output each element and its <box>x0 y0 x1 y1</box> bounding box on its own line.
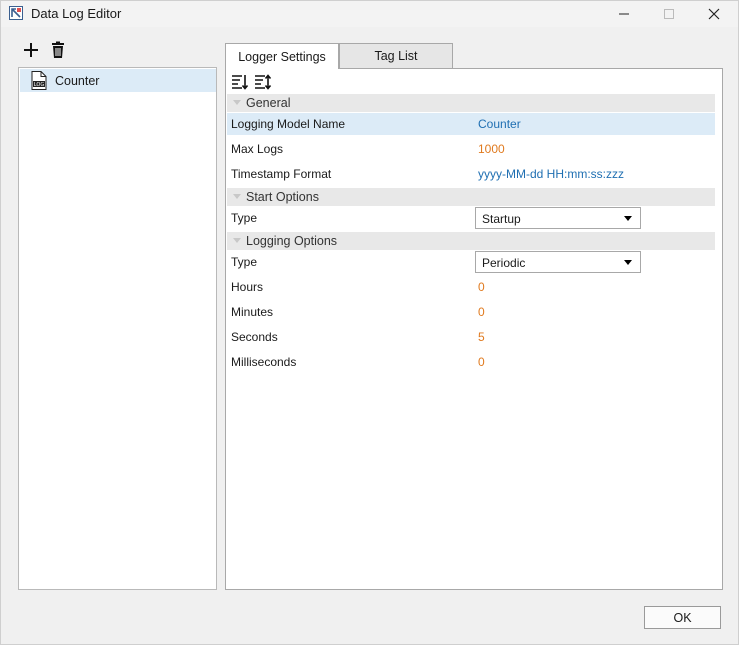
property-row-logging-model-name[interactable]: Logging Model Name Counter <box>227 113 715 135</box>
model-list: LOG Counter <box>18 67 217 590</box>
property-value[interactable]: 0 <box>478 305 485 319</box>
property-row-hours[interactable]: Hours 0 <box>227 276 715 298</box>
category-label: Logging Options <box>246 234 338 248</box>
category-label: General <box>246 96 291 110</box>
property-name: Type <box>231 211 258 225</box>
property-name: Seconds <box>231 330 278 344</box>
property-row-logging-type[interactable]: Type Periodic <box>227 251 715 273</box>
property-row-timestamp-format[interactable]: Timestamp Format yyyy-MM-dd HH:mm:ss:zzz <box>227 163 715 185</box>
tab-tag-list[interactable]: Tag List <box>339 43 453 68</box>
property-value[interactable]: 0 <box>478 280 485 294</box>
minimize-icon <box>619 13 629 15</box>
category-start-options[interactable]: Start Options <box>227 188 715 206</box>
property-row-seconds[interactable]: Seconds 5 <box>227 326 715 348</box>
dropdown-arrow-icon <box>624 216 632 221</box>
minimize-button[interactable] <box>601 1 647 27</box>
maximize-button[interactable] <box>646 1 692 27</box>
tab-logger-settings[interactable]: Logger Settings <box>225 43 339 69</box>
collapse-triangle-icon <box>233 100 241 105</box>
categorized-sort-icon[interactable] <box>231 74 249 90</box>
dropdown-value: Startup <box>482 212 521 226</box>
property-row-minutes[interactable]: Minutes 0 <box>227 301 715 323</box>
property-row-milliseconds[interactable]: Milliseconds 0 <box>227 351 715 373</box>
category-logging-options[interactable]: Logging Options <box>227 232 715 250</box>
dropdown-value: Periodic <box>482 256 526 270</box>
property-name: Max Logs <box>231 142 284 156</box>
property-name: Milliseconds <box>231 355 297 369</box>
property-value[interactable]: 0 <box>478 355 485 369</box>
property-row-start-type[interactable]: Type Startup <box>227 207 715 229</box>
property-value[interactable]: Counter <box>478 117 521 131</box>
alphabetical-sort-icon[interactable] <box>254 74 272 90</box>
property-name: Hours <box>231 280 264 294</box>
property-value[interactable]: 5 <box>478 330 485 344</box>
list-item-label: Counter <box>55 74 100 88</box>
add-icon[interactable] <box>22 41 40 59</box>
property-value[interactable]: yyyy-MM-dd HH:mm:ss:zzz <box>478 167 624 181</box>
property-name: Minutes <box>231 305 274 319</box>
property-name: Timestamp Format <box>231 167 332 181</box>
window-title: Data Log Editor <box>31 6 122 21</box>
property-name: Logging Model Name <box>231 117 346 131</box>
data-log-editor-window: Data Log Editor LOG Counter Logger Setti… <box>0 0 739 645</box>
log-file-icon: LOG <box>31 71 47 90</box>
title-bar: Data Log Editor <box>1 1 738 27</box>
property-grid: General Logging Model Name Counter Max L… <box>225 68 723 590</box>
delete-icon[interactable] <box>49 41 67 59</box>
svg-text:LOG: LOG <box>34 82 45 88</box>
property-row-max-logs[interactable]: Max Logs 1000 <box>227 138 715 160</box>
maximize-icon <box>664 9 674 19</box>
collapse-triangle-icon <box>233 194 241 199</box>
close-button[interactable] <box>691 1 737 27</box>
ok-button[interactable]: OK <box>644 606 721 629</box>
list-item-counter[interactable]: LOG Counter <box>20 69 216 92</box>
close-icon <box>708 8 720 20</box>
property-value[interactable]: 1000 <box>478 142 505 156</box>
logging-type-dropdown[interactable]: Periodic <box>475 251 641 273</box>
collapse-triangle-icon <box>233 238 241 243</box>
category-general[interactable]: General <box>227 94 715 112</box>
app-icon <box>9 6 23 20</box>
start-type-dropdown[interactable]: Startup <box>475 207 641 229</box>
dropdown-arrow-icon <box>624 260 632 265</box>
property-name: Type <box>231 255 258 269</box>
category-label: Start Options <box>246 190 319 204</box>
